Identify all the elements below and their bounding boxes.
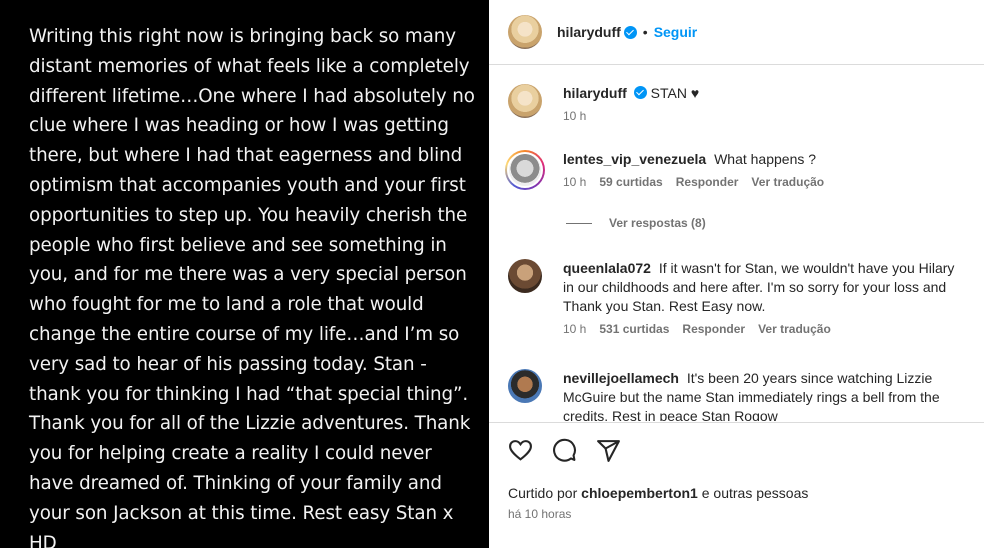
post-header: hilaryduff • Seguir [489, 0, 984, 65]
comment-time[interactable]: 10 h [563, 175, 586, 189]
post-text-line: distant memories of what feels like a co… [29, 55, 470, 77]
post-image: Writing this right now is bringing back … [0, 0, 489, 548]
post-text-line: opportunities to step up. You heavily ch… [29, 204, 468, 226]
post-text-line: people who first believe and see somethi… [29, 234, 447, 256]
post-text-line: very sad to hear of his passing today. S… [29, 353, 427, 375]
caption-text: STAN ♥ [650, 85, 700, 101]
post-text-line: there, but where I had that eagerness an… [29, 145, 463, 167]
post-text-line: thank you for thinking I had “that speci… [29, 383, 469, 405]
comment-username[interactable]: lentes_vip_venezuela [563, 151, 706, 167]
comment-time[interactable]: 10 h [563, 322, 586, 336]
post-text-line: clue where I was heading or how I was ge… [29, 115, 449, 137]
post-image-text: Writing this right now is bringing back … [29, 22, 479, 548]
post-text-line: HD [29, 532, 57, 548]
post-actions: Curtido por chloepemberton1 e outras pes… [489, 422, 984, 548]
post-text-line: you, and for me there was a very special… [29, 264, 467, 286]
comment-text-line: credits. Rest in peace Stan Rogow [563, 408, 778, 421]
comment-text-line: Thank you Stan. Rest Easy now. [563, 298, 766, 314]
view-replies-label: Ver respostas (8) [609, 216, 706, 230]
caption-time[interactable]: 10 h [563, 109, 586, 123]
heart-icon[interactable] [508, 438, 533, 463]
post-text-line: optimism that accompanies youth and your… [29, 174, 466, 196]
separator-dot: • [642, 24, 648, 40]
caption-username[interactable]: hilaryduff [563, 85, 627, 101]
follow-button[interactable]: Seguir [654, 24, 698, 40]
comment-text-line: It's been 20 years since watching Lizzie [686, 370, 933, 386]
post-text-line: Thank you for all of the Lizzie adventur… [29, 413, 471, 435]
comment-username[interactable]: nevillejoellamech [563, 370, 679, 386]
commenter-avatar[interactable] [505, 150, 545, 190]
author-username[interactable]: hilaryduff [557, 24, 621, 40]
comment-text-line: If it wasn't for Stan, we wouldn't have … [658, 260, 955, 276]
liked-suffix: e outras pessoas [701, 485, 809, 501]
verified-badge-icon [633, 86, 647, 99]
post-text-line: have dreamed of. Thinking of your family… [29, 472, 442, 494]
liked-user[interactable]: chloepemberton1 [581, 485, 698, 501]
post-text-line: Writing this right now is bringing back … [29, 26, 456, 47]
verified-badge-icon [623, 25, 637, 39]
comment-username[interactable]: queenlala072 [563, 260, 651, 276]
comments-list[interactable]: hilaryduff STAN ♥ 10 h lentes_vip_venezu… [489, 66, 984, 421]
translate-button[interactable]: Ver tradução [751, 175, 824, 189]
comment-text-line: McGuire but the name Stan immediately ri… [563, 389, 940, 405]
comment-text: What happens ? [714, 151, 817, 167]
reply-button[interactable]: Responder [682, 322, 745, 336]
comment-item: lentes_vip_venezuela What happens ? 10 h… [505, 150, 824, 190]
commenter-avatar[interactable] [508, 259, 542, 293]
post-time[interactable]: há 10 horas [508, 507, 571, 521]
comment-item: queenlala072 If it wasn't for Stan, we w… [508, 259, 954, 336]
translate-button[interactable]: Ver tradução [758, 322, 831, 336]
post-text-line: change the entire course of my life…and … [29, 323, 460, 345]
post-text-line: you for helping create a reality I could… [29, 443, 432, 465]
comment-likes[interactable]: 59 curtidas [599, 175, 662, 189]
comment-item: nevillejoellamech It's been 20 years sin… [508, 369, 940, 421]
liked-by: Curtido por chloepemberton1 e outras pes… [508, 485, 808, 501]
caption: hilaryduff STAN ♥ 10 h [508, 84, 699, 123]
comment-icon[interactable] [552, 438, 577, 463]
post-text-line: different lifetime…One where I had absol… [29, 85, 475, 107]
post-text-line: who fought for me to land a role that wo… [29, 294, 424, 316]
caption-avatar[interactable] [508, 84, 542, 118]
liked-prefix: Curtido por [508, 485, 578, 501]
post-side-panel: hilaryduff • Seguir hilaryduff STAN ♥ 10… [489, 0, 984, 548]
view-replies-button[interactable]: Ver respostas (8) [566, 216, 706, 230]
comment-text-line: in our childhoods and here after. I'm so… [563, 279, 947, 295]
post-text-line: your son Jackson at this time. Rest easy… [29, 502, 454, 524]
commenter-avatar[interactable] [508, 369, 542, 403]
share-icon[interactable] [596, 438, 621, 463]
reply-button[interactable]: Responder [676, 175, 739, 189]
comment-likes[interactable]: 531 curtidas [599, 322, 669, 336]
author-avatar[interactable] [508, 15, 542, 49]
replies-divider [566, 222, 592, 224]
